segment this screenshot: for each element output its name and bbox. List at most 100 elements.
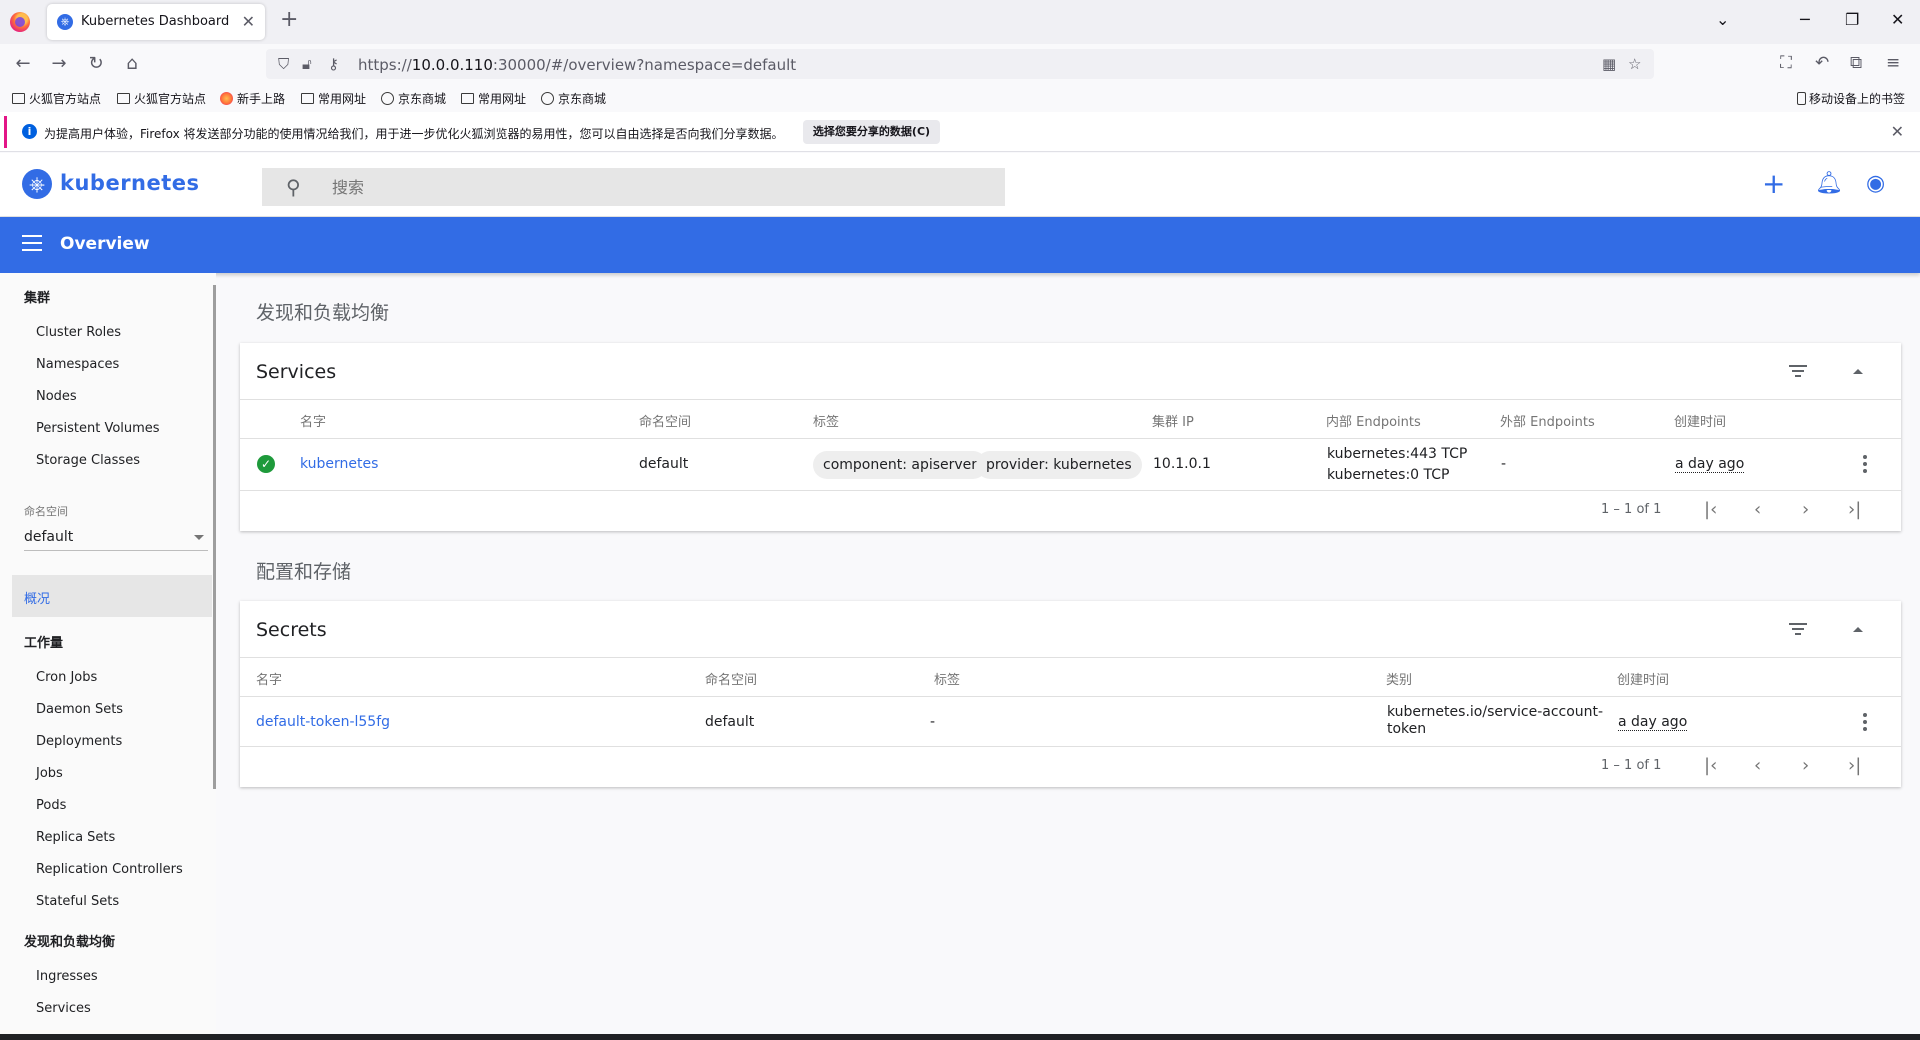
list-all-tabs-icon[interactable]: ⌄ [1716, 10, 1729, 29]
account-icon[interactable]: ◉ [1866, 171, 1885, 196]
browser-tab-bar: ⎈ Kubernetes Dashboard ✕ + ⌄ ─ ❐ ✕ [0, 0, 1920, 44]
firefox-logo-icon[interactable] [10, 12, 30, 32]
sidebar-item-cron-jobs[interactable]: Cron Jobs [36, 670, 97, 685]
notifications-bell-icon[interactable]: 🔔︎ [1815, 171, 1843, 196]
mobile-bookmarks[interactable]: 移动设备上的书签 [1797, 90, 1905, 107]
sidebar-item-stateful-sets[interactable]: Stateful Sets [36, 894, 119, 909]
last-page-icon[interactable]: ›| [1848, 755, 1861, 776]
bookmark-item[interactable]: 常用网址 [301, 90, 366, 107]
secret-type-cont: token [1387, 721, 1427, 737]
services-card: Services 名字 命名空间 标签 集群 IP 内部 Endpoints 外… [240, 343, 1901, 531]
internal-endpoint: kubernetes:443 TCP [1327, 446, 1468, 462]
sidebar-section-workloads[interactable]: 工作量 [24, 632, 63, 651]
sidebar-item-replica-sets[interactable]: Replica Sets [36, 830, 115, 845]
page-title: Overview [60, 234, 150, 254]
column-header-name[interactable]: 名字 [300, 411, 326, 430]
sidebar-item-overview[interactable]: 概况 [12, 575, 212, 617]
sidebar-item-services[interactable]: Services [36, 1001, 91, 1016]
prev-page-icon[interactable]: ‹ [1754, 755, 1761, 776]
sidebar-item-nodes[interactable]: Nodes [36, 389, 77, 404]
last-page-icon[interactable]: ›| [1848, 499, 1861, 520]
url-text[interactable]: https://10.0.0.110:30000/#/overview?name… [358, 56, 796, 74]
choose-data-button[interactable]: 选择您要分享的数据(C) [803, 120, 940, 144]
sidebar-item-daemon-sets[interactable]: Daemon Sets [36, 702, 123, 717]
undo-icon[interactable]: ↶ [1815, 53, 1829, 73]
column-header-cluster-ip: 集群 IP [1152, 415, 1194, 430]
column-header-labels: 标签 [813, 415, 840, 430]
extensions-icon[interactable]: ⧉ [1850, 53, 1862, 73]
more-actions-icon[interactable] [1863, 455, 1867, 476]
url-bar[interactable]: ⛉ 🔓︎ ⚷ https://10.0.0.110:30000/#/overvi… [266, 49, 1654, 79]
column-header-namespace[interactable]: 命名空间 [705, 669, 757, 688]
restore-icon[interactable]: ❐ [1845, 10, 1859, 29]
services-title: Services [256, 361, 337, 383]
forward-icon[interactable]: → [48, 53, 70, 75]
namespace-select[interactable]: default [24, 523, 208, 551]
next-page-icon[interactable]: › [1802, 755, 1809, 776]
sidebar-item-deployments[interactable]: Deployments [36, 734, 122, 749]
sidebar-item-ingresses[interactable]: Ingresses [36, 969, 98, 984]
column-header-created[interactable]: 创建时间 [1674, 411, 1726, 430]
new-tab-icon[interactable]: + [280, 9, 298, 31]
column-header-namespace[interactable]: 命名空间 [639, 411, 691, 430]
first-page-icon[interactable]: |‹ [1704, 755, 1717, 776]
back-icon[interactable]: ← [12, 53, 34, 75]
sidebar-section-discovery[interactable]: 发现和负载均衡 [24, 931, 115, 950]
bookmark-item[interactable]: 火狐官方站点 [117, 90, 206, 107]
collapse-icon[interactable] [1853, 369, 1863, 374]
bookmark-star-icon[interactable]: ☆ [1628, 55, 1641, 73]
reload-icon[interactable]: ↻ [85, 53, 107, 75]
search-icon: ⚲ [286, 175, 301, 199]
secret-created: a day ago [1618, 714, 1688, 731]
bookmark-item[interactable]: 新手上路 [220, 90, 285, 107]
hamburger-menu-icon[interactable] [22, 235, 42, 251]
sidebar-item-pods[interactable]: Pods [36, 798, 66, 813]
divider [240, 657, 1901, 658]
sidebar-item-storage-classes[interactable]: Storage Classes [36, 453, 140, 468]
sidebar-item-namespaces[interactable]: Namespaces [36, 357, 119, 372]
shield-icon[interactable]: ⛉ [278, 55, 289, 73]
prev-page-icon[interactable]: ‹ [1754, 499, 1761, 520]
search-input[interactable] [332, 168, 972, 206]
qr-code-icon[interactable]: ▦ [1602, 55, 1616, 73]
kubernetes-logo-icon[interactable]: ⎈ [22, 169, 52, 199]
bookmark-item[interactable]: 火狐官方站点 [12, 90, 101, 107]
service-name-link[interactable]: kubernetes [300, 456, 378, 472]
tab-close-icon[interactable]: ✕ [242, 12, 255, 31]
filter-icon[interactable] [1789, 623, 1807, 638]
notification-accent [4, 116, 7, 148]
secret-namespace: default [705, 714, 755, 730]
minimize-icon[interactable]: ─ [1800, 10, 1810, 29]
label-chip: component: apiserver [813, 451, 988, 479]
sidebar-scrollbar[interactable] [213, 285, 216, 789]
app-menu-icon[interactable]: ≡ [1886, 53, 1900, 73]
sidebar-section-cluster[interactable]: 集群 [24, 287, 50, 306]
sidebar-item-cluster-roles[interactable]: Cluster Roles [36, 325, 121, 340]
sidebar-item-persistent-volumes[interactable]: Persistent Volumes [36, 421, 160, 436]
create-plus-icon[interactable]: + [1762, 167, 1785, 200]
browser-tab[interactable]: ⎈ Kubernetes Dashboard ✕ [47, 4, 265, 40]
sidebar-item-replication-controllers[interactable]: Replication Controllers [36, 862, 183, 877]
collapse-icon[interactable] [1853, 627, 1863, 632]
key-icon[interactable]: ⚷ [328, 55, 339, 73]
column-header-internal-endpoints: 内部 Endpoints [1326, 415, 1421, 430]
bookmark-item[interactable]: 京东商城 [381, 90, 446, 107]
filter-icon[interactable] [1789, 365, 1807, 380]
search-box[interactable]: ⚲ [262, 168, 1005, 206]
more-actions-icon[interactable] [1863, 713, 1867, 734]
next-page-icon[interactable]: › [1802, 499, 1809, 520]
column-header-name[interactable]: 名字 [256, 669, 282, 688]
bookmark-item[interactable]: 京东商城 [541, 90, 606, 107]
window-close-icon[interactable]: ✕ [1891, 10, 1904, 29]
pagination-range: 1 – 1 of 1 [1601, 502, 1662, 517]
brand-name[interactable]: kubernetes [60, 171, 200, 195]
screenshot-icon[interactable]: ⛶ [1780, 53, 1792, 73]
bookmark-item[interactable]: 常用网址 [461, 90, 526, 107]
column-header-created[interactable]: 创建时间 [1617, 669, 1669, 688]
sidebar-item-jobs[interactable]: Jobs [36, 766, 63, 781]
notification-close-icon[interactable]: ✕ [1891, 122, 1904, 141]
home-icon[interactable]: ⌂ [121, 53, 143, 75]
lock-icon[interactable]: 🔓︎ [302, 55, 312, 73]
first-page-icon[interactable]: |‹ [1704, 499, 1717, 520]
secret-name-link[interactable]: default-token-l55fg [256, 714, 390, 730]
